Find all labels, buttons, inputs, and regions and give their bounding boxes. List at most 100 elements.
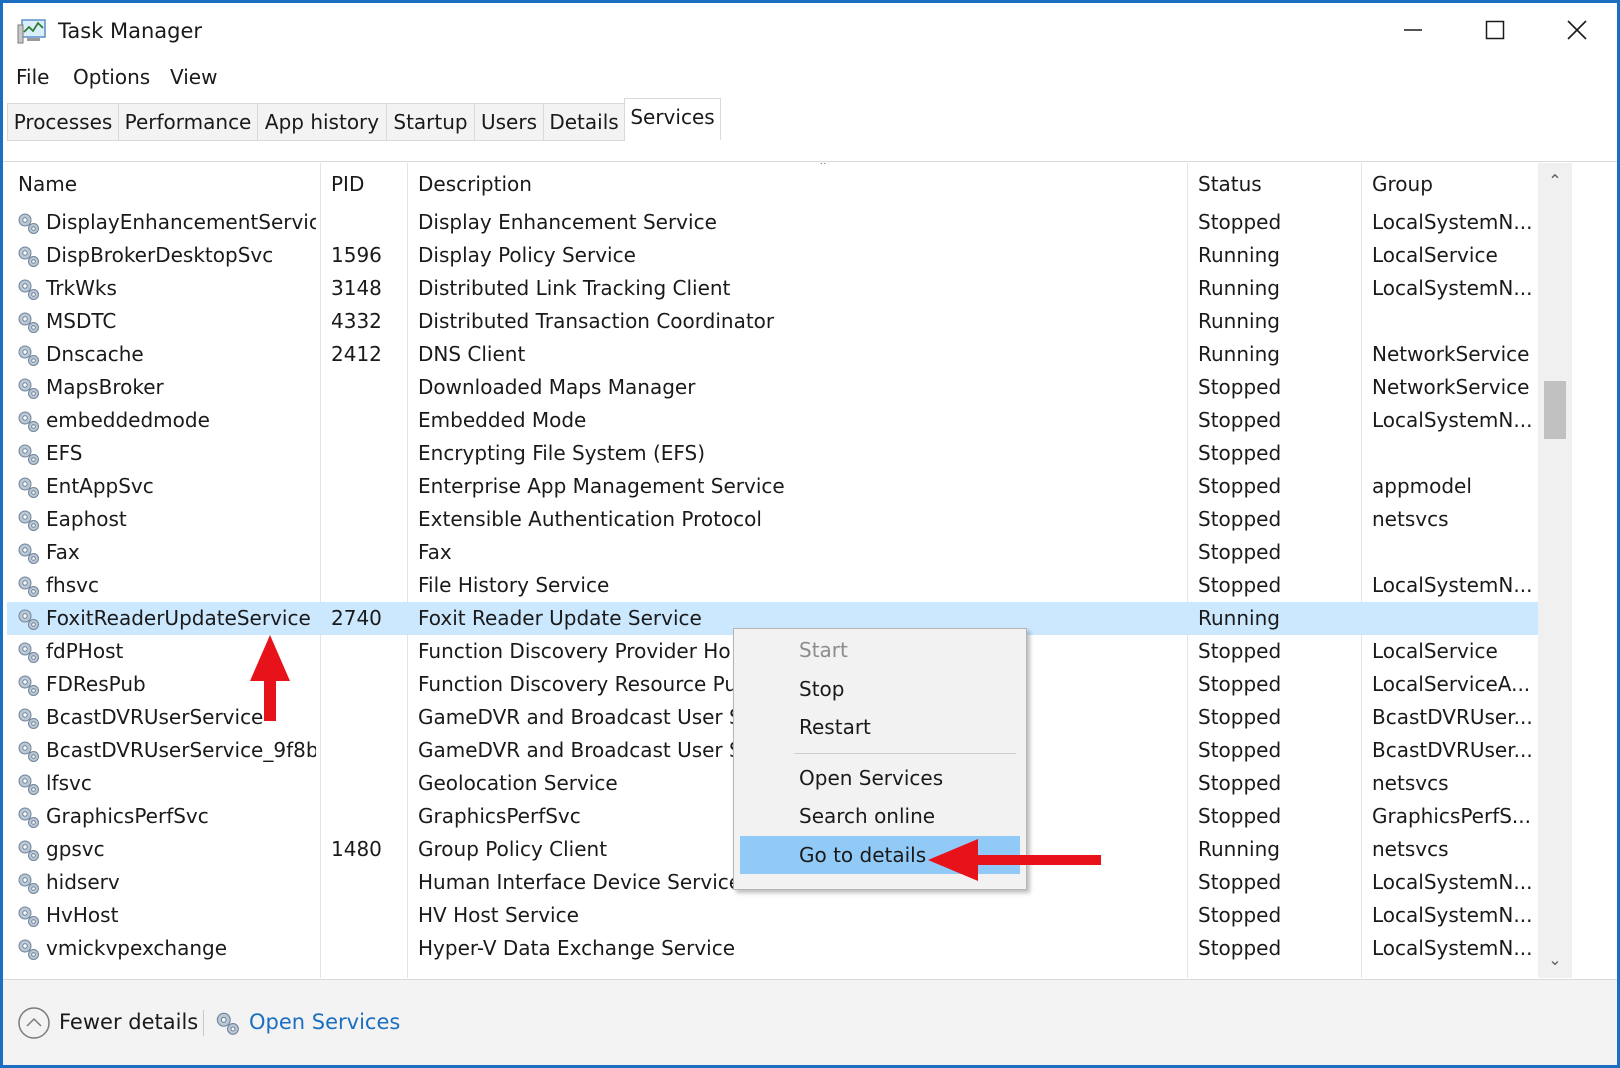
table-row[interactable]: MapsBroker Downloaded Maps Manager Stopped… (7, 371, 1538, 404)
context-menu-open-services[interactable]: Open Services (740, 759, 1020, 797)
service-gear-icon (18, 840, 39, 861)
tab-app-history[interactable]: App history (257, 103, 387, 141)
menu-bar: File Options View (3, 59, 1617, 95)
service-name-cell: GraphicsPerfSvc (46, 804, 209, 828)
tab-startup[interactable]: Startup (386, 103, 475, 141)
service-name-cell: Dnscache (46, 342, 144, 366)
tab-services[interactable]: Services (624, 98, 721, 140)
service-group-cell: LocalService (1372, 243, 1498, 267)
service-group-cell: BcastDVRUser... (1372, 738, 1533, 762)
fewer-details-button[interactable]: Fewer details (17, 1002, 198, 1042)
service-status-cell: Stopped (1198, 408, 1282, 432)
service-group-cell: NetworkService (1372, 375, 1530, 399)
service-pid-cell: 2740 (331, 606, 382, 630)
table-row[interactable]: EFS Encrypting File System (EFS) Stopped (7, 437, 1538, 470)
table-row[interactable]: HvHost HV Host Service Stopped LocalSystemN… (7, 899, 1538, 932)
vertical-scrollbar[interactable]: ⌃ ⌄ (1538, 163, 1572, 978)
title-bar[interactable]: Task Manager (3, 3, 1617, 59)
service-gear-icon (18, 279, 39, 300)
service-description-cell: Display Policy Service (418, 243, 636, 267)
menu-file[interactable]: File (16, 61, 49, 93)
service-group-cell: BcastDVRUser... (1372, 705, 1533, 729)
table-row[interactable]: Dnscache 2412 DNS Client Running NetworkServ… (7, 338, 1538, 371)
service-name-cell: DisplayEnhancementService (46, 210, 316, 234)
service-gear-icon (18, 675, 39, 696)
table-header: Name PID Description Status Group ⌃ (7, 163, 1538, 205)
column-header-name[interactable]: Name (7, 163, 320, 205)
scroll-down-arrow-icon[interactable]: ⌄ (1538, 942, 1572, 978)
service-description-cell: File History Service (418, 573, 610, 597)
tab-processes[interactable]: Processes (7, 103, 119, 141)
service-description-cell: Hyper-V Data Exchange Service (418, 936, 736, 960)
service-gear-icon (18, 411, 39, 432)
service-status-cell: Stopped (1198, 474, 1282, 498)
table-row[interactable]: embeddedmode Embedded Mode Stopped LocalSys… (7, 404, 1538, 437)
service-status-cell: Stopped (1198, 507, 1282, 531)
table-row[interactable]: Fax Fax Stopped (7, 536, 1538, 569)
service-pid-cell (331, 932, 405, 965)
table-row[interactable]: Eaphost Extensible Authentication Protoco… (7, 503, 1538, 536)
service-group-cell: LocalSystemN... (1372, 870, 1533, 894)
service-status-cell: Stopped (1198, 441, 1282, 465)
menu-options[interactable]: Options (73, 61, 150, 93)
tab-details[interactable]: Details (543, 103, 625, 141)
service-gear-icon (18, 543, 39, 564)
service-name-cell: FoxitReaderUpdateService (46, 606, 311, 630)
context-menu-start[interactable]: Start (740, 631, 1020, 669)
menu-view[interactable]: View (170, 61, 217, 93)
service-status-cell: Stopped (1198, 375, 1282, 399)
minimize-button[interactable] (1373, 3, 1453, 57)
service-name-cell: Eaphost (46, 507, 127, 531)
service-group-cell: appmodel (1372, 474, 1472, 498)
service-status-cell: Stopped (1198, 705, 1282, 729)
column-header-pid[interactable]: PID (320, 163, 407, 205)
open-services-label: Open Services (249, 1010, 401, 1034)
scroll-thumb[interactable] (1544, 381, 1566, 439)
service-status-cell: Stopped (1198, 540, 1282, 564)
service-description-cell: Downloaded Maps Manager (418, 375, 696, 399)
service-gear-icon (18, 609, 39, 630)
close-button[interactable] (1537, 3, 1617, 57)
left-arrow-annotation-icon (928, 839, 1101, 881)
service-gear-icon (18, 939, 39, 960)
service-status-cell: Running (1198, 309, 1280, 333)
context-menu-restart[interactable]: Restart (740, 708, 1020, 746)
service-group-cell: LocalSystemN... (1372, 408, 1533, 432)
table-row[interactable]: EntAppSvc Enterprise App Management Servi… (7, 470, 1538, 503)
service-pid-cell (331, 668, 405, 701)
service-pid-cell (331, 371, 405, 404)
sort-ascending-icon: ⌃ (818, 163, 829, 173)
tab-performance[interactable]: Performance (118, 103, 258, 141)
open-services-link[interactable]: Open Services (213, 1002, 400, 1042)
column-header-status[interactable]: Status (1187, 163, 1361, 205)
service-group-cell: netsvcs (1372, 507, 1449, 531)
service-pid-cell (331, 635, 405, 668)
table-row[interactable]: MSDTC 4332 Distributed Transaction Coordin… (7, 305, 1538, 338)
table-row[interactable]: fhsvc File History Service Stopped LocalSys… (7, 569, 1538, 602)
service-pid-cell (331, 866, 405, 899)
service-group-cell (1372, 305, 1536, 338)
table-row[interactable]: vmickvpexchange Hyper-V Data Exchange Ser… (7, 932, 1538, 965)
service-gear-icon (18, 576, 39, 597)
minimize-icon (1404, 29, 1422, 31)
tab-users[interactable]: Users (474, 103, 544, 141)
service-description-cell: HV Host Service (418, 903, 579, 927)
window-title: Task Manager (58, 19, 203, 43)
context-menu-stop[interactable]: Stop (740, 670, 1020, 708)
maximize-button[interactable] (1455, 3, 1535, 57)
table-row[interactable]: DispBrokerDesktopSvc 1596 Display Policy S… (7, 239, 1538, 272)
service-gear-icon (18, 642, 39, 663)
column-header-group[interactable]: Group (1361, 163, 1538, 205)
service-description-cell: Embedded Mode (418, 408, 587, 432)
service-pid-cell (331, 767, 405, 800)
task-manager-icon (17, 19, 46, 44)
scroll-up-arrow-icon[interactable]: ⌃ (1538, 163, 1572, 199)
service-status-cell: Running (1198, 342, 1280, 366)
service-status-cell: Stopped (1198, 210, 1282, 234)
table-row[interactable]: TrkWks 3148 Distributed Link Tracking Clie… (7, 272, 1538, 305)
table-row[interactable]: DisplayEnhancementService Display Enhance… (7, 206, 1538, 239)
context-menu-search-online[interactable]: Search online (740, 797, 1020, 835)
service-pid-cell (331, 437, 405, 470)
column-header-description[interactable]: Description (407, 163, 1187, 205)
service-gear-icon (18, 873, 39, 894)
